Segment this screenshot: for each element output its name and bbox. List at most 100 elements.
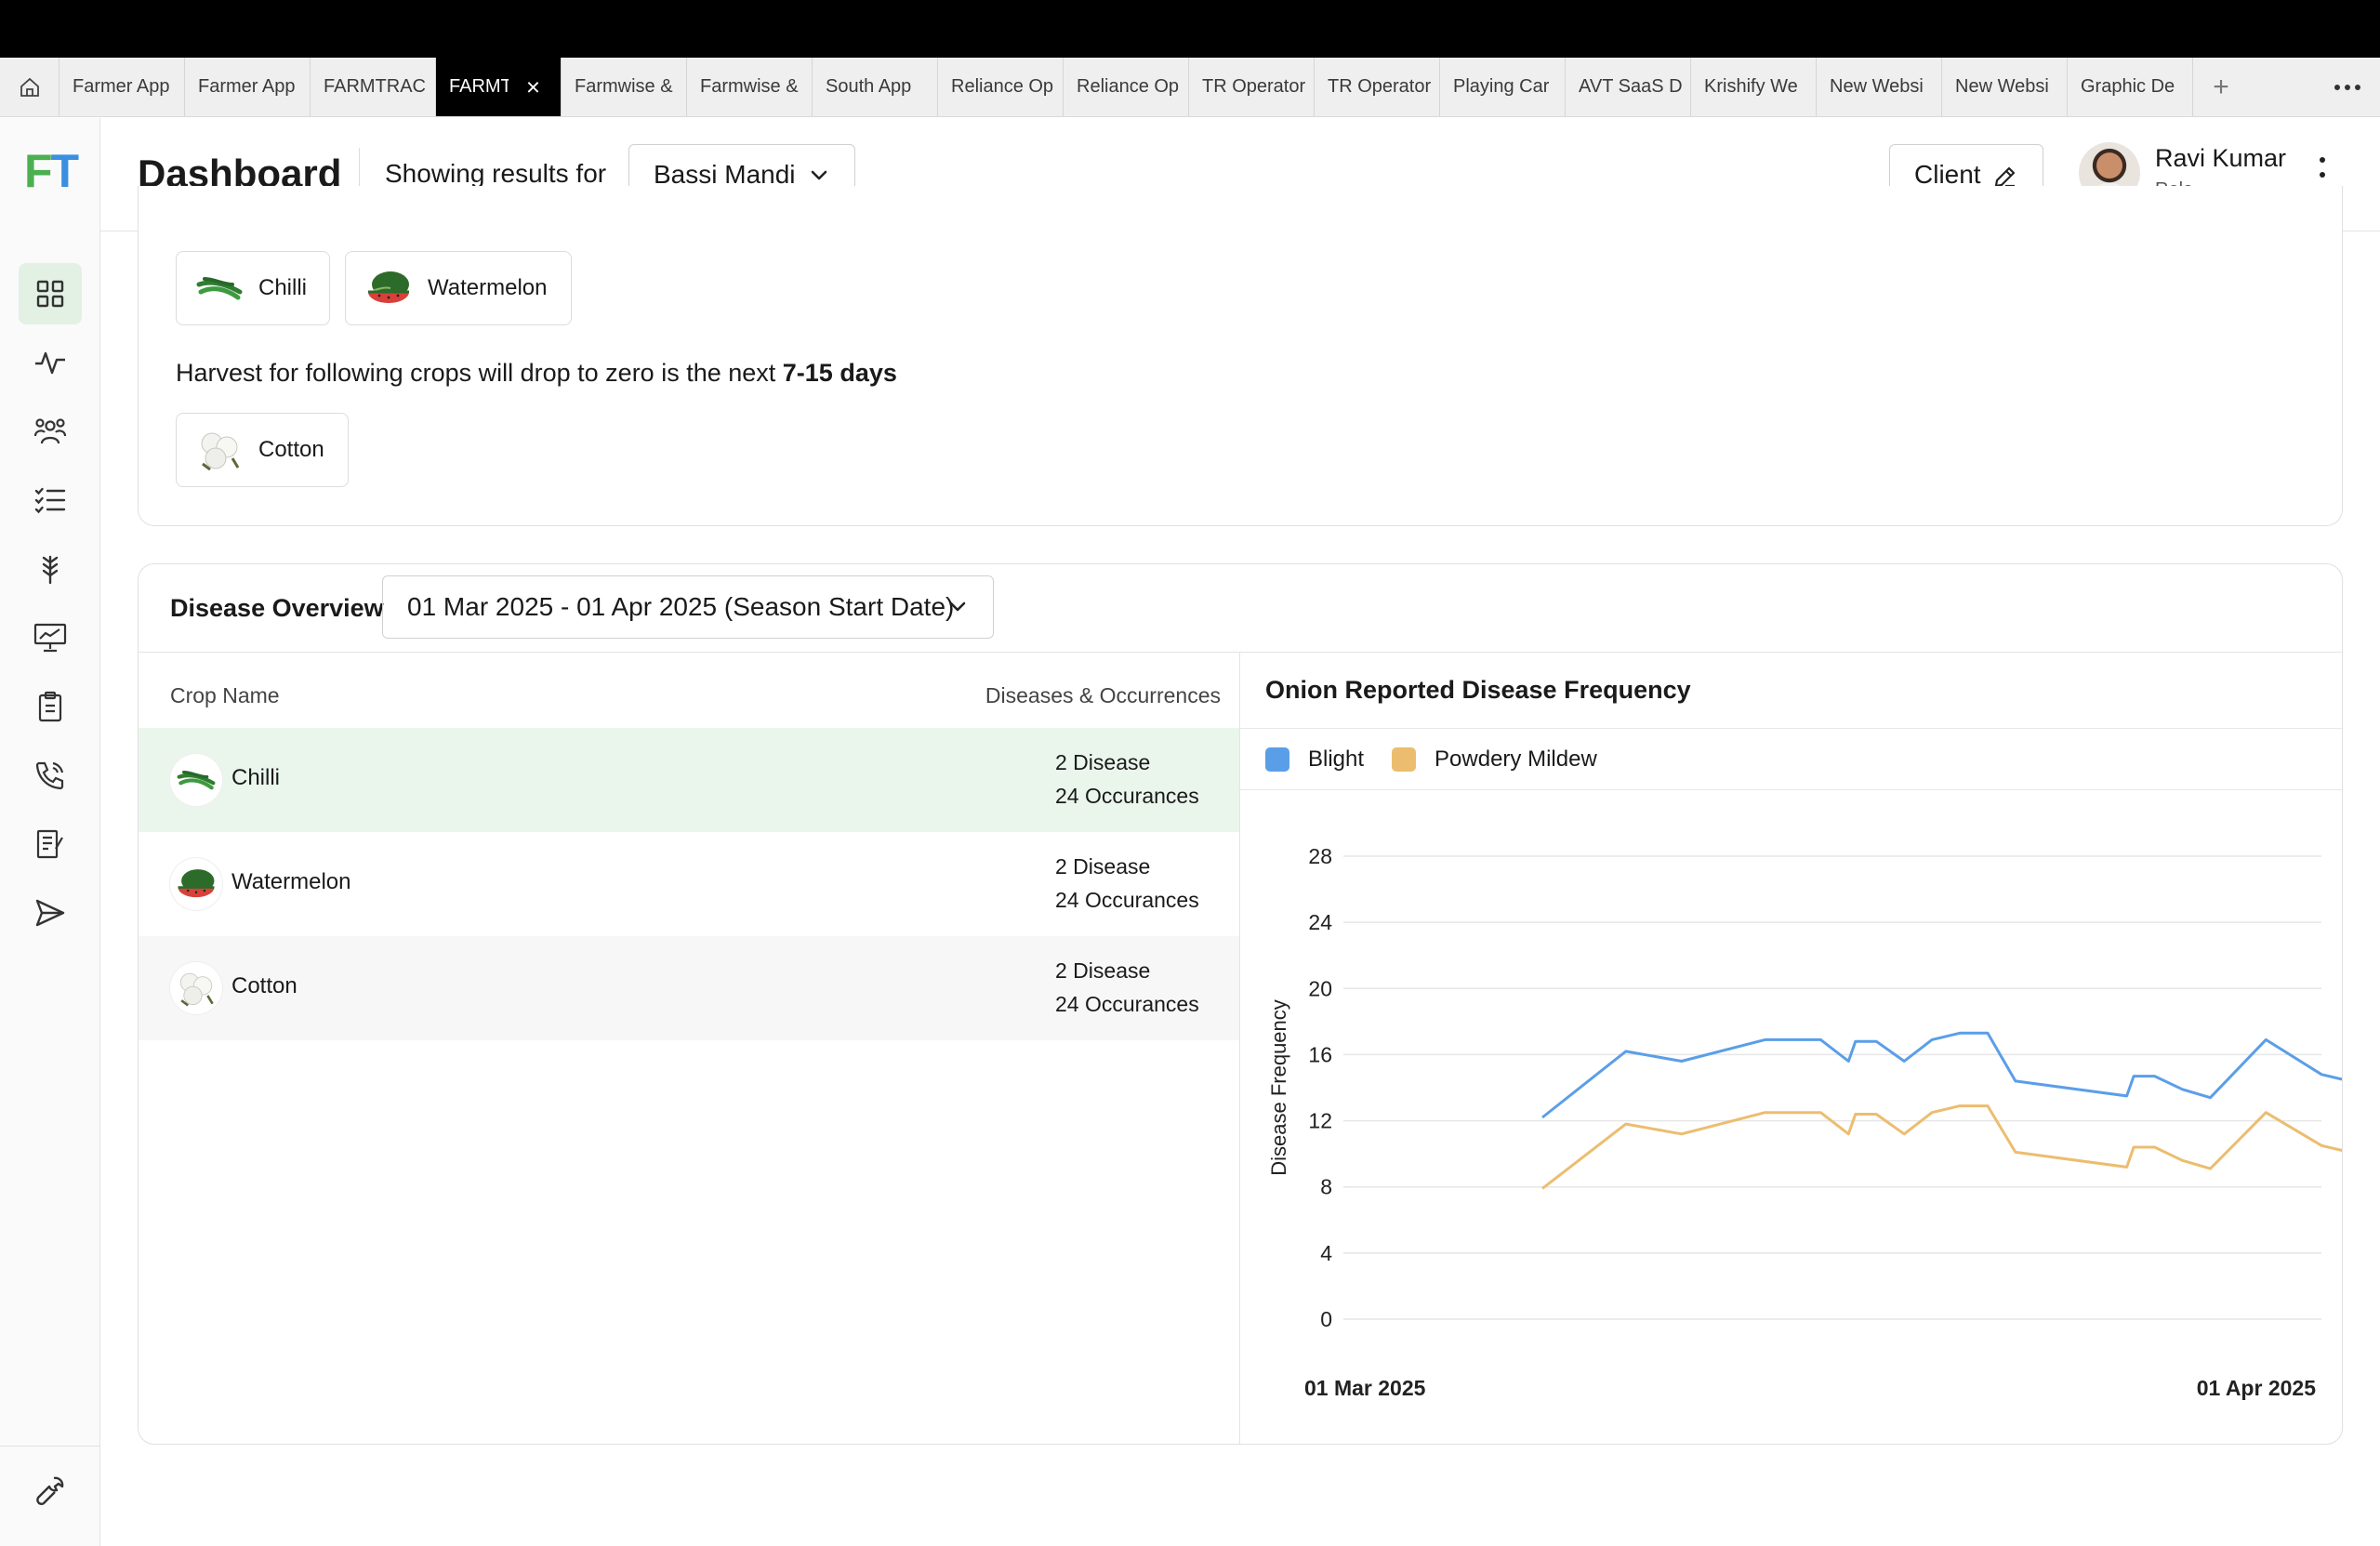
- sidebar-item-documents[interactable]: [19, 813, 82, 875]
- browser-tab[interactable]: Farmer App: [185, 58, 311, 116]
- checklist-icon: [34, 487, 66, 514]
- new-tab-button[interactable]: +: [2193, 58, 2249, 116]
- chilli-icon: [170, 754, 222, 806]
- browser-tab-label: TR Operator: [1202, 76, 1306, 97]
- users-group-icon: [33, 418, 67, 444]
- date-range-value: 01 Mar 2025 - 01 Apr 2025 (Season Start …: [407, 592, 955, 621]
- cotton-icon: [193, 424, 245, 476]
- x-tick-label: 01 Mar 2025: [1304, 1376, 1426, 1400]
- crop-name: Cotton: [231, 973, 298, 998]
- y-tick-label: 24: [1308, 910, 1332, 934]
- crop-name: Watermelon: [231, 869, 351, 894]
- wheat-icon: [42, 555, 59, 585]
- crop-chip-label: Cotton: [258, 437, 324, 462]
- browser-tab[interactable]: Farmer App: [60, 58, 185, 116]
- y-axis-label: Disease Frequency: [1267, 999, 1290, 1176]
- browser-tab[interactable]: Graphic De: [2068, 58, 2193, 116]
- browser-tab-label: New Websi: [1955, 76, 2049, 97]
- send-icon: [35, 899, 65, 927]
- os-top-bar: [0, 0, 2380, 58]
- sidebar-item-settings[interactable]: [19, 1460, 82, 1522]
- table-row[interactable]: Cotton 2 Disease 24 Occurances: [139, 936, 1239, 1040]
- sidebar-item-clipboard[interactable]: [19, 676, 82, 737]
- table-row[interactable]: Chilli 2 Disease 24 Occurances: [139, 728, 1239, 832]
- disease-table-header: Crop Name Diseases & Occurrences: [139, 652, 1239, 728]
- sidebar-item-reports[interactable]: [19, 607, 82, 668]
- sidebar-item-dashboard[interactable]: [19, 263, 82, 324]
- browser-tab[interactable]: Reliance Op: [1064, 58, 1189, 116]
- browser-tab[interactable]: FARMTRAC: [311, 58, 436, 116]
- y-tick-label: 4: [1320, 1241, 1332, 1265]
- home-icon: [20, 77, 39, 97]
- crop-chip-cotton[interactable]: Cotton: [176, 413, 349, 487]
- disease-overview-card: Disease Overview 01 Mar 2025 - 01 Apr 20…: [138, 563, 2343, 1445]
- tab-list: Farmer App Farmer App FARMTRAC FARMTRAC × Far…: [60, 58, 2193, 116]
- x-tick-label: 01 Apr 2025: [2197, 1376, 2316, 1400]
- more-horizontal-icon: [2334, 84, 2360, 90]
- series-line-powdery-mildew: [1541, 1104, 2342, 1190]
- watermelon-icon: [170, 858, 222, 910]
- legend-item-blight[interactable]: Blight: [1265, 747, 1364, 773]
- occurrence-count: 24 Occurances: [1055, 992, 1199, 1016]
- browser-tab[interactable]: Farmwise &: [687, 58, 813, 116]
- crop-name: Chilli: [231, 765, 281, 790]
- crop-chip-label: Chilli: [258, 275, 308, 300]
- sidebar-item-farmers[interactable]: [19, 401, 82, 462]
- disease-frequency-chart: 0 4 8 12 16 20 24 28 Disease Frequency 01 Mar 202…: [1267, 844, 2342, 1400]
- browser-tab-label: Farmer App: [73, 76, 170, 97]
- crop-chip-chilli[interactable]: Chilli: [176, 251, 330, 325]
- sidebar-item-send[interactable]: [19, 882, 82, 944]
- browser-tab-label: Graphic De: [2081, 76, 2175, 97]
- sidebar-item-calls[interactable]: [19, 745, 82, 806]
- browser-tab-label: South App: [826, 76, 912, 97]
- chevron-down-icon: [811, 170, 827, 180]
- table-row[interactable]: Watermelon 2 Disease 24 Occurances: [139, 832, 1239, 936]
- close-icon[interactable]: ×: [526, 73, 540, 101]
- legend-item-powdery-mildew[interactable]: Powdery Mildew: [1392, 747, 1597, 773]
- presentation-chart-icon: [33, 623, 67, 653]
- harvest-drop-text: Harvest for following crops will drop to…: [176, 359, 897, 387]
- sidebar-item-tasks[interactable]: [19, 469, 82, 531]
- disease-count: 2 Disease: [1055, 750, 1151, 774]
- browser-tab[interactable]: AVT SaaS D: [1566, 58, 1691, 116]
- date-range-select[interactable]: 01 Mar 2025 - 01 Apr 2025 (Season Start …: [382, 575, 994, 639]
- browser-tab[interactable]: South App: [813, 58, 938, 116]
- browser-tab-label: Farmwise &: [575, 76, 673, 97]
- phone-call-icon: [35, 761, 64, 790]
- browser-tab[interactable]: Reliance Op: [938, 58, 1064, 116]
- crop-chip-watermelon[interactable]: Watermelon: [345, 251, 572, 325]
- chart-legend: Blight Powdery Mildew: [1265, 747, 1625, 773]
- sidebar-item-activity[interactable]: [19, 332, 82, 393]
- chart-header-divider: [1239, 728, 2342, 729]
- browser-tab[interactable]: New Websi: [1817, 58, 1942, 116]
- home-tab[interactable]: [0, 58, 60, 116]
- browser-tab[interactable]: TR Operator: [1189, 58, 1315, 116]
- chart-title: Onion Reported Disease Frequency: [1265, 676, 1691, 704]
- browser-tab-label: Playing Car: [1453, 76, 1550, 97]
- browser-tab-label: Krishify We: [1704, 76, 1798, 97]
- browser-tab[interactable]: Farmwise &: [562, 58, 687, 116]
- sidebar-item-crops[interactable]: [19, 538, 82, 600]
- browser-tab-label: Reliance Op: [1077, 76, 1180, 97]
- clipboard-icon: [38, 691, 62, 722]
- showing-results-label: Showing results for: [385, 159, 607, 188]
- browser-tab-label: FARMTRAC: [324, 76, 426, 97]
- browser-tab[interactable]: Krishify We: [1691, 58, 1817, 116]
- y-tick-label: 0: [1320, 1307, 1332, 1331]
- tab-overflow-menu[interactable]: [2315, 58, 2380, 116]
- browser-tab[interactable]: New Websi: [1942, 58, 2068, 116]
- browser-tab-label: Reliance Op: [951, 76, 1054, 97]
- legend-swatch: [1265, 747, 1289, 772]
- plus-icon: +: [2213, 71, 2229, 102]
- y-tick-label: 12: [1308, 1109, 1332, 1133]
- legend-swatch: [1392, 747, 1417, 772]
- browser-tab[interactable]: TR Operator: [1315, 58, 1440, 116]
- column-header-diseases: Diseases & Occurrences: [985, 683, 1221, 707]
- browser-tab-label: New Websi: [1830, 76, 1924, 97]
- activity-icon: [35, 351, 65, 375]
- browser-tab[interactable]: Playing Car: [1440, 58, 1566, 116]
- y-tick-label: 28: [1308, 844, 1332, 868]
- sidebar-divider: [0, 1446, 100, 1447]
- browser-tab[interactable]: FARMTRAC ×: [436, 58, 562, 116]
- app-logo[interactable]: FT: [24, 144, 79, 198]
